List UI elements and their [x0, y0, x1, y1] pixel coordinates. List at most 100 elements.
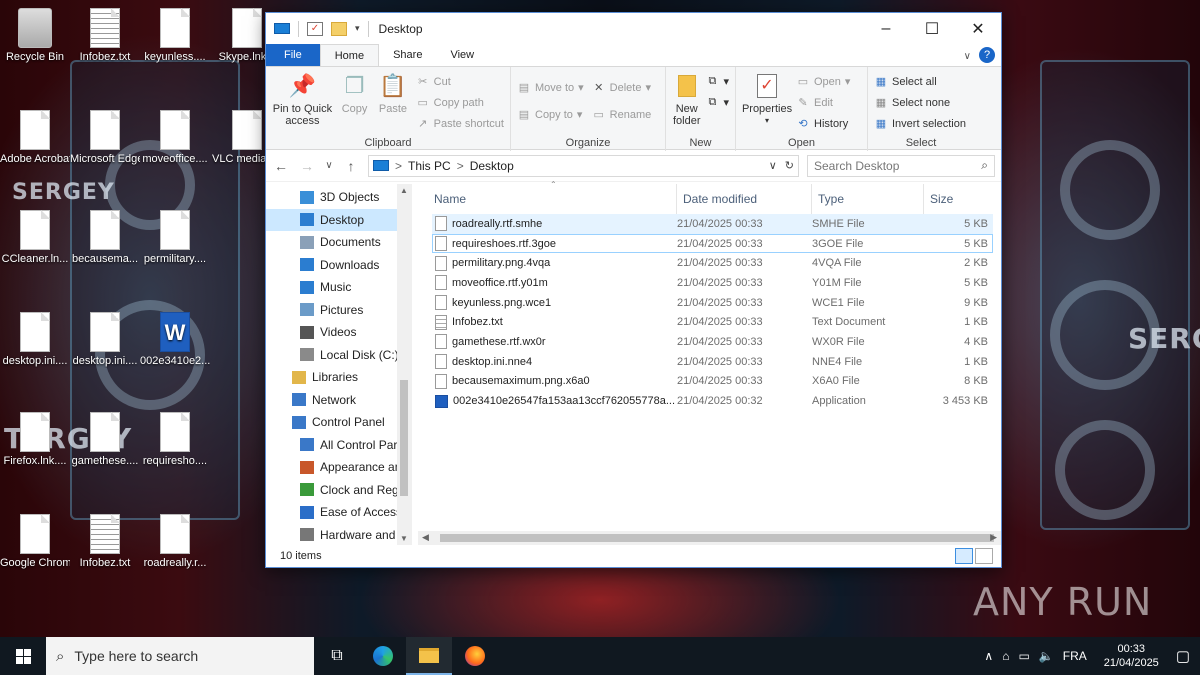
tab-file[interactable]: File [266, 44, 320, 66]
file-explorer-taskbar-button[interactable] [406, 637, 452, 675]
address-dropdown-icon[interactable]: ∨ [769, 159, 777, 172]
nav-item[interactable]: All Control Par [266, 434, 411, 457]
file-row[interactable]: becausemaximum.png.x6a0 21/04/2025 00:33 X… [432, 372, 993, 392]
nav-item[interactable]: Control Panel [266, 411, 411, 434]
breadcrumb-this-pc[interactable]: This PC [408, 159, 451, 173]
nav-item[interactable]: Libraries [266, 366, 411, 389]
file-row[interactable]: requireshoes.rtf.3goe 21/04/2025 00:33 3GO… [432, 233, 993, 254]
task-view-button[interactable]: ⧉ [314, 637, 360, 675]
desktop-icon[interactable]: CCleaner.ln... [0, 210, 70, 266]
desktop-icon[interactable]: desktop.ini.... [70, 312, 140, 368]
select-all-button[interactable]: ▦ Select all [874, 71, 968, 92]
history-button[interactable]: ⟲ History [796, 113, 850, 134]
desktop-icon[interactable]: Microsoft Edge.lnk.l... [70, 110, 140, 166]
column-date-modified[interactable]: Date modified [677, 184, 812, 214]
file-row[interactable]: permilitary.png.4vqa 21/04/2025 00:33 4VQA… [432, 253, 993, 273]
copy-to-button[interactable]: ▤ Copy to ▾ [517, 104, 584, 125]
nav-scrollbar[interactable]: ▲ ▼ [397, 184, 411, 545]
nav-item[interactable]: Pictures [266, 299, 411, 322]
column-size[interactable]: Size [924, 184, 998, 214]
back-button[interactable]: ← [272, 158, 290, 174]
rename-button[interactable]: ▭ Rename [592, 104, 651, 125]
nav-item[interactable]: Clock and Regi [266, 479, 411, 502]
forward-button[interactable]: → [298, 158, 316, 174]
customize-qa-icon[interactable]: ▾ [355, 23, 360, 34]
paste-button[interactable]: 📋 Paste [376, 71, 409, 134]
tab-home[interactable]: Home [319, 44, 380, 66]
nav-scroll-thumb[interactable] [400, 380, 408, 496]
file-row[interactable]: desktop.ini.nne4 21/04/2025 00:33 NNE4 Fil… [432, 352, 993, 372]
maximize-button[interactable]: ☐ [909, 13, 955, 44]
desktop-icon[interactable]: Firefox.lnk.... [0, 412, 70, 468]
file-row[interactable]: keyunless.png.wce1 21/04/2025 00:33 WCE1 F… [432, 293, 993, 313]
help-icon[interactable]: ? [979, 47, 995, 63]
open-button[interactable]: ▭ Open ▾ [796, 71, 851, 92]
horizontal-scrollbar[interactable]: ◀ ▶ [418, 531, 1001, 545]
properties-button[interactable]: ✓ Properties ▾ [742, 71, 792, 134]
properties-qa-icon[interactable]: ✓ [307, 21, 323, 36]
desktop-icon[interactable]: gamethese.... [70, 412, 140, 468]
firefox-taskbar-button[interactable] [452, 637, 498, 675]
easy-access-button[interactable]: ⧉ ▾ [705, 92, 729, 113]
scroll-left-icon[interactable]: ◀ [422, 532, 429, 543]
desktop-icon[interactable]: Infobez.txt [70, 514, 140, 570]
desktop-icon[interactable]: keyunless.... [140, 8, 210, 64]
desktop-icon[interactable]: desktop.ini.... [0, 312, 70, 368]
desktop-icon[interactable]: requiresho.... [140, 412, 210, 468]
nav-item[interactable]: Hardware and [266, 524, 411, 546]
file-row[interactable]: moveoffice.rtf.y01m 21/04/2025 00:33 Y01M … [432, 273, 993, 293]
up-button[interactable]: ↑ [342, 158, 360, 174]
network-icon[interactable]: ▭ [1018, 649, 1029, 663]
scroll-down-icon[interactable]: ▼ [397, 534, 411, 543]
pin-to-quick-access-button[interactable]: 📌 Pin to Quick access [272, 71, 333, 134]
expand-ribbon-icon[interactable]: ∨ [964, 51, 971, 62]
file-row[interactable]: 002e3410e26547fa153aa13ccf762055778a... 2… [432, 391, 993, 411]
language-indicator[interactable]: FRA [1063, 649, 1087, 663]
nav-item[interactable]: Music [266, 276, 411, 299]
nav-item[interactable]: Ease of Access [266, 501, 411, 524]
delete-button[interactable]: ✕ Delete ▾ [592, 77, 652, 98]
new-folder-button[interactable]: New folder [672, 71, 701, 127]
edge-taskbar-button[interactable] [360, 637, 406, 675]
file-row[interactable]: roadreally.rtf.smhe 21/04/2025 00:33 SMHE … [432, 214, 993, 234]
invert-selection-button[interactable]: ▦ Invert selection [874, 113, 968, 134]
column-type[interactable]: Type [812, 184, 924, 214]
nav-item[interactable]: 3D Objects [266, 186, 411, 209]
desktop-icon[interactable]: Google Chrome.lnk... [0, 514, 70, 570]
nav-item[interactable]: Documents [266, 231, 411, 254]
large-icons-view-button[interactable] [975, 548, 993, 564]
desktop-icon[interactable]: permilitary.... [140, 210, 210, 266]
desktop-icon[interactable]: Infobez.txt [70, 8, 140, 64]
nav-item[interactable]: Local Disk (C:) [266, 344, 411, 367]
file-row[interactable]: Infobez.txt 21/04/2025 00:33 Text Document… [432, 312, 993, 332]
desktop-icon[interactable]: becausema... [70, 210, 140, 266]
recent-locations-icon[interactable]: ∨ [324, 160, 334, 171]
move-to-button[interactable]: ▤ Move to ▾ [517, 77, 584, 98]
tab-view[interactable]: View [436, 44, 488, 66]
nav-item[interactable]: Appearance an [266, 456, 411, 479]
scroll-right-icon[interactable]: ▶ [990, 532, 997, 543]
nav-item[interactable]: Network [266, 389, 411, 412]
title-bar[interactable]: ✓ ▾ Desktop – ☐ ✕ [266, 13, 1001, 44]
copy-path-button[interactable]: ▭ Copy path [416, 92, 504, 113]
clock[interactable]: 00:33 21/04/2025 [1096, 642, 1167, 670]
file-row[interactable]: gamethese.rtf.wx0r 21/04/2025 00:33 WX0R F… [432, 332, 993, 352]
desktop-icon[interactable]: Recycle Bin [0, 8, 70, 64]
horizontal-scroll-thumb[interactable] [440, 534, 994, 542]
new-item-button[interactable]: ⧉ ▾ [705, 71, 729, 92]
search-input[interactable]: Search Desktop ⌕ [807, 154, 995, 177]
desktop-icon[interactable]: W 002e3410e2... [140, 312, 210, 368]
tab-share[interactable]: Share [379, 44, 436, 66]
meet-now-icon[interactable]: ⌂ [1002, 649, 1009, 663]
address-bar[interactable]: > This PC > Desktop ∨ ↻ [368, 154, 799, 177]
nav-item[interactable]: Videos [266, 321, 411, 344]
scroll-up-icon[interactable]: ▲ [397, 186, 411, 195]
edit-button[interactable]: ✎ Edit [796, 92, 850, 113]
volume-icon[interactable]: 🔈 [1039, 649, 1054, 663]
paste-shortcut-button[interactable]: ↗ Paste shortcut [416, 113, 504, 134]
column-name[interactable]: Name [412, 184, 677, 214]
notifications-icon[interactable]: ▢ [1176, 647, 1190, 665]
nav-item[interactable]: Desktop [266, 208, 411, 231]
copy-button[interactable]: ❐ Copy [339, 71, 370, 134]
desktop-icon[interactable]: moveoffice.... [140, 110, 210, 166]
